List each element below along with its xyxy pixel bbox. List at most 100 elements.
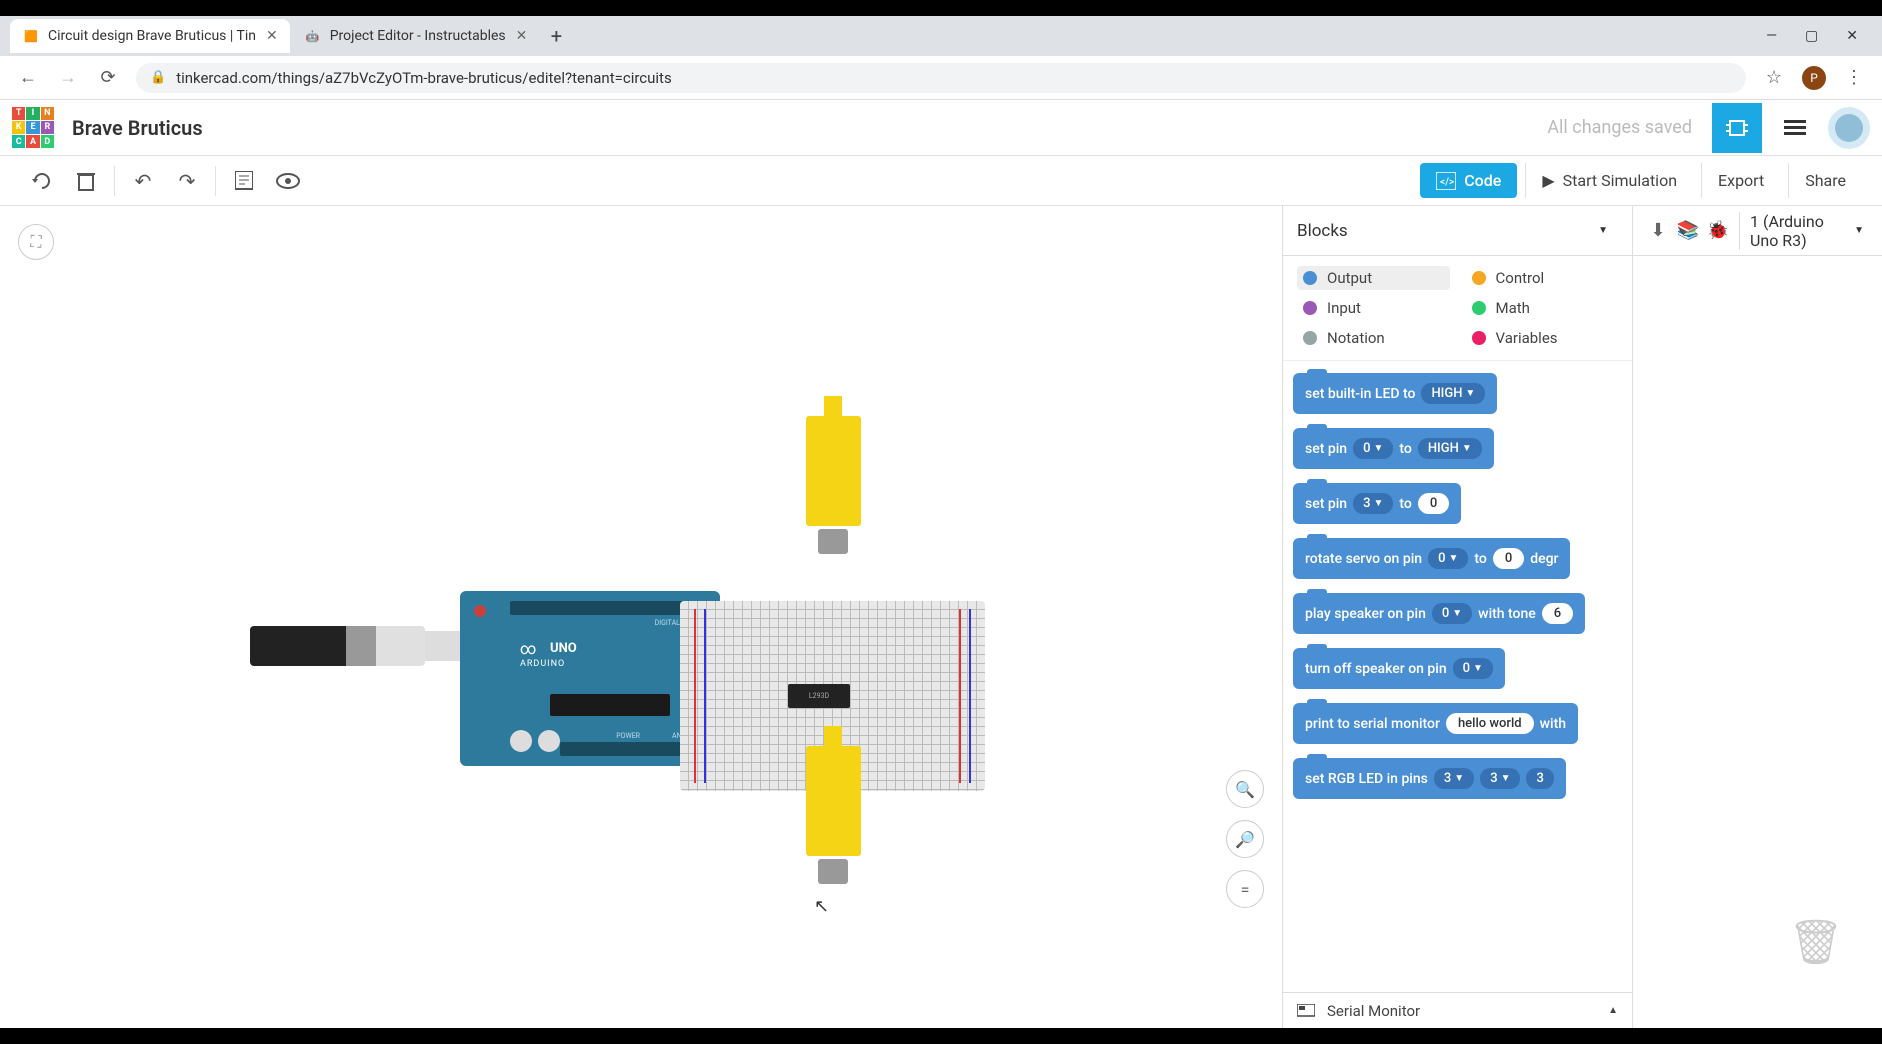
library-icon[interactable]: 📚: [1673, 220, 1703, 241]
new-tab-button[interactable]: +: [541, 24, 571, 48]
code-icon: </>: [1436, 172, 1456, 190]
block-field-pin[interactable]: 0 ▼: [1353, 438, 1393, 459]
export-label: Export: [1718, 171, 1764, 190]
block-field-value[interactable]: 0: [1418, 493, 1449, 514]
category-math[interactable]: Math: [1466, 296, 1619, 320]
category-variables[interactable]: Variables: [1466, 326, 1619, 350]
browser-profile-avatar[interactable]: P: [1802, 66, 1826, 90]
category-label: Math: [1496, 299, 1530, 317]
device-select[interactable]: 1 (Arduino Uno R3) ▼: [1739, 212, 1872, 250]
category-input[interactable]: Input: [1297, 296, 1450, 320]
block-set-pin-digital[interactable]: set pin 0 ▼ to HIGH ▼: [1293, 428, 1494, 469]
notes-button[interactable]: [222, 161, 266, 201]
debug-icon[interactable]: 🐞: [1703, 220, 1733, 241]
serial-monitor-bar[interactable]: Serial Monitor ▲: [1283, 992, 1632, 1028]
device-toolbar: ⬇ 📚 🐞 1 (Arduino Uno R3) ▼: [1633, 206, 1882, 256]
category-control[interactable]: Control: [1466, 266, 1619, 290]
editor-toolbar: ↶ ↷ </> Code ▶ Start Simulation Export S…: [0, 156, 1882, 206]
block-field-pin[interactable]: 0 ▼: [1432, 603, 1472, 624]
user-avatar[interactable]: [1828, 107, 1870, 149]
minimize-icon[interactable]: —: [1766, 28, 1777, 44]
block-field-value[interactable]: HIGH ▼: [1418, 438, 1482, 459]
block-field-pin[interactable]: 3 ▼: [1434, 768, 1474, 789]
dc-motor-top[interactable]: [806, 416, 861, 526]
circuit-view-button[interactable]: [1712, 103, 1762, 153]
block-field-value[interactable]: HIGH ▼: [1421, 383, 1485, 404]
svg-text:</>: </>: [1440, 177, 1454, 188]
usb-cable[interactable]: [250, 626, 425, 666]
block-set-rgb-led[interactable]: set RGB LED in pins 3 ▼ 3 ▼ 3: [1293, 758, 1566, 799]
category-output[interactable]: Output: [1297, 266, 1450, 290]
zoom-fit-button[interactable]: =: [1226, 870, 1264, 908]
block-field-value[interactable]: 0: [1493, 548, 1524, 569]
block-field-text[interactable]: hello world: [1446, 713, 1534, 734]
start-simulation-button[interactable]: ▶ Start Simulation: [1525, 163, 1693, 198]
tinkercad-favicon: 🟧: [22, 27, 40, 45]
star-icon[interactable]: ☆: [1762, 67, 1786, 88]
category-notation[interactable]: Notation: [1297, 326, 1450, 350]
browser-tab-inactive[interactable]: 🤖 Project Editor - Instructables ✕: [292, 19, 540, 53]
monitor-icon: [1297, 1004, 1315, 1018]
sim-label: Start Simulation: [1563, 171, 1677, 190]
project-title[interactable]: Brave Bruticus: [72, 116, 203, 140]
redo-button[interactable]: ↷: [165, 161, 209, 201]
trash-icon[interactable]: 🗑: [1788, 916, 1844, 968]
block-turn-off-speaker[interactable]: turn off speaker on pin 0 ▼: [1293, 648, 1505, 689]
close-tab-icon[interactable]: ✕: [506, 28, 528, 44]
block-field-pin[interactable]: 3 ▼: [1353, 493, 1393, 514]
reload-button[interactable]: ⟳: [96, 67, 120, 88]
code-mode-select[interactable]: Blocks ▼: [1297, 221, 1618, 241]
delete-button[interactable]: [64, 161, 108, 201]
close-tab-icon[interactable]: ✕: [256, 28, 278, 44]
visibility-button[interactable]: [266, 161, 310, 201]
note-icon: [235, 171, 253, 191]
export-button[interactable]: Export: [1701, 163, 1780, 198]
maximize-icon[interactable]: ▢: [1805, 28, 1818, 44]
back-button[interactable]: ←: [16, 67, 40, 88]
url-text: tinkercad.com/things/aZ7bVcZyOTm-brave-b…: [176, 69, 672, 87]
tinkercad-logo[interactable]: TINKERCAD: [12, 107, 54, 149]
block-set-pin-analog[interactable]: set pin 3 ▼ to 0: [1293, 483, 1461, 524]
l293d-chip[interactable]: L293D: [788, 684, 850, 708]
close-window-icon[interactable]: ✕: [1846, 28, 1858, 44]
menu-icon[interactable]: ⋮: [1842, 67, 1866, 88]
share-button[interactable]: Share: [1788, 163, 1862, 198]
block-print-serial[interactable]: print to serial monitor hello world with: [1293, 703, 1578, 744]
zoom-in-button[interactable]: 🔍: [1226, 770, 1264, 808]
address-bar[interactable]: 🔒 tinkercad.com/things/aZ7bVcZyOTm-brave…: [136, 63, 1746, 93]
browser-tab-active[interactable]: 🟧 Circuit design Brave Bruticus | Tin ✕: [10, 19, 290, 53]
zoom-out-button[interactable]: 🔎: [1226, 820, 1264, 858]
block-field-pin[interactable]: 0 ▼: [1428, 548, 1468, 569]
category-color-dot: [1303, 301, 1317, 315]
category-label: Control: [1496, 269, 1545, 287]
circuit-diagram: ∞ UNO ARDUINO DIGITAL (PWM~) ANALOG IN P…: [250, 326, 1050, 876]
category-color-dot: [1303, 271, 1317, 285]
block-field-pin[interactable]: 3: [1526, 768, 1553, 789]
category-label: Input: [1327, 299, 1361, 317]
block-field-pin[interactable]: 3 ▼: [1480, 768, 1520, 789]
download-icon[interactable]: ⬇: [1643, 220, 1673, 241]
forward-button[interactable]: →: [56, 67, 80, 88]
block-field-value[interactable]: 6: [1542, 603, 1573, 624]
serial-monitor-label: Serial Monitor: [1327, 1002, 1420, 1020]
tab-title: Project Editor - Instructables: [330, 28, 506, 44]
block-play-speaker[interactable]: play speaker on pin 0 ▼ with tone 6: [1293, 593, 1585, 634]
block-set-builtin-led[interactable]: set built-in LED to HIGH ▼: [1293, 373, 1497, 414]
block-field-pin[interactable]: 0 ▼: [1453, 658, 1493, 679]
blocks-palette[interactable]: set built-in LED to HIGH ▼ set pin 0 ▼ t…: [1283, 361, 1632, 992]
category-color-dot: [1472, 331, 1486, 345]
dc-motor-bottom[interactable]: [806, 746, 861, 856]
rotate-button[interactable]: [20, 161, 64, 201]
circuit-wires: [250, 326, 550, 476]
block-rotate-servo[interactable]: rotate servo on pin 0 ▼ to 0 degr: [1293, 538, 1570, 579]
browser-nav-bar: ← → ⟳ 🔒 tinkercad.com/things/aZ7bVcZyOTm…: [0, 56, 1882, 100]
undo-button[interactable]: ↶: [121, 161, 165, 201]
trash-icon: [77, 171, 95, 191]
code-button[interactable]: </> Code: [1420, 163, 1517, 198]
fit-to-screen-button[interactable]: ⛶: [18, 224, 54, 260]
play-icon: ▶: [1542, 171, 1554, 190]
chevron-down-icon: ▼: [1854, 225, 1864, 236]
circuit-canvas[interactable]: ⛶: [0, 206, 1282, 1028]
schematic-view-button[interactable]: [1770, 103, 1820, 153]
tab-title: Circuit design Brave Bruticus | Tin: [48, 28, 256, 44]
